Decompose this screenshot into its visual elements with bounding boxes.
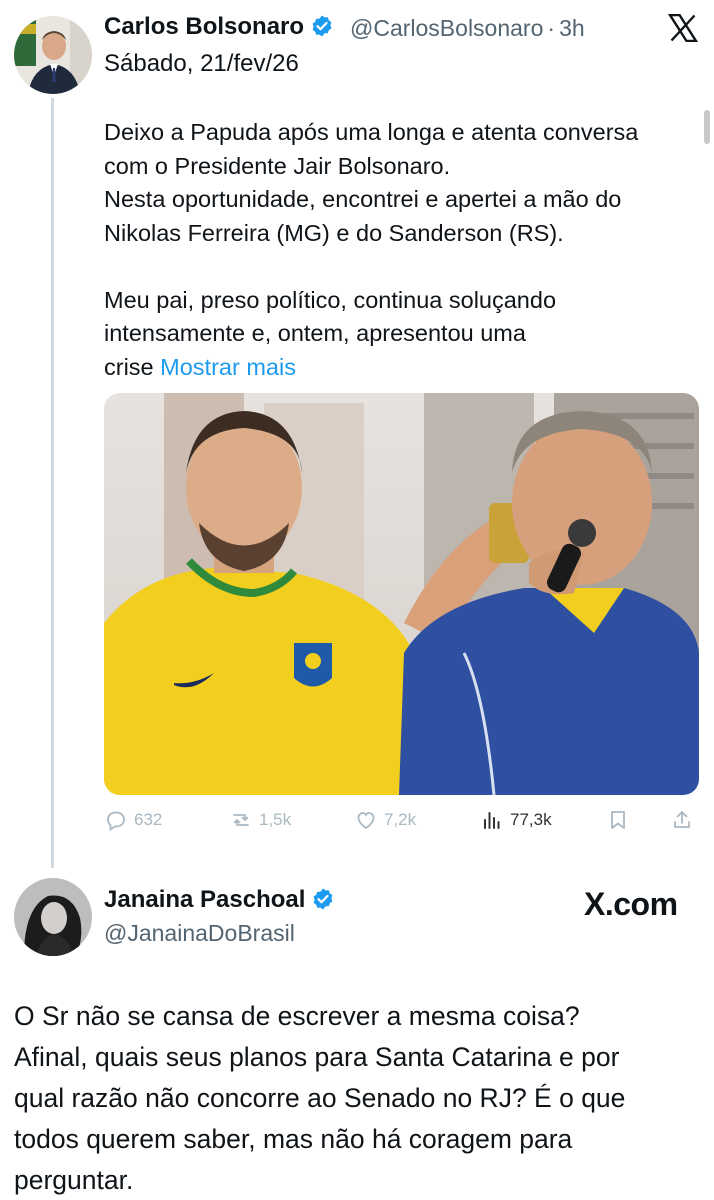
meta-separator: · <box>547 15 556 41</box>
like-button[interactable]: 7,2k <box>354 808 416 832</box>
post-action-bar: 632 1,5k 7,2k 77,3k <box>104 808 700 838</box>
reply-author-name-text[interactable]: Janaina Paschoal <box>104 886 305 913</box>
views-button[interactable]: 77,3k <box>480 808 552 832</box>
share-icon <box>674 811 690 828</box>
thread-line <box>51 98 54 868</box>
post-text-line: intensamente e, ontem, apresentou uma <box>104 320 526 346</box>
show-more-link[interactable]: Mostrar mais <box>160 354 296 380</box>
post-text: Deixo a Papuda após uma longa e atenta c… <box>104 116 700 384</box>
author-handle[interactable]: @CarlosBolsonaro · 3h <box>350 15 585 42</box>
avatar-carlos[interactable] <box>14 16 92 94</box>
reply-text-line: Afinal, quais seus planos para Santa Cat… <box>14 1042 620 1072</box>
post-text-line: Meu pai, preso político, continua soluça… <box>104 286 557 313</box>
post-text-line: Nikolas Ferreira (MG) e do Sanderson (RS… <box>104 219 564 246</box>
views-count: 77,3k <box>510 810 552 829</box>
repost-button[interactable]: 1,5k <box>229 808 291 832</box>
reply-icon <box>107 811 125 832</box>
views-icon <box>484 812 500 829</box>
like-count: 7,2k <box>384 810 417 829</box>
reply-button[interactable]: 632 <box>104 808 162 832</box>
reply-author-name[interactable]: Janaina Paschoal <box>104 886 335 914</box>
verified-badge-icon <box>314 888 333 910</box>
reply-text: O Sr não se cansa de escrever a mesma co… <box>14 996 704 1200</box>
post-text-last-line: crise Mostrar mais <box>104 351 700 385</box>
avatar-janaina[interactable] <box>14 878 92 956</box>
verified-badge-icon <box>312 15 332 37</box>
reply-text-line: O Sr não se cansa de escrever a mesma co… <box>14 1001 580 1031</box>
reply-count: 632 <box>134 810 163 829</box>
post-text-line: com o Presidente Jair Bolsonaro. <box>104 152 451 179</box>
x-logo-icon[interactable] <box>668 14 698 42</box>
author-handle-text[interactable]: @CarlosBolsonaro <box>350 15 543 41</box>
post-photo[interactable] <box>104 393 699 795</box>
xcom-watermark: X.com <box>584 886 678 922</box>
bookmark-button[interactable] <box>606 808 630 832</box>
scrollbar[interactable] <box>704 110 710 144</box>
author-name-text[interactable]: Carlos Bolsonaro <box>104 13 304 40</box>
reply-text-line: qual razão não concorre ao Senado no RJ?… <box>14 1083 626 1113</box>
author-name[interactable]: Carlos Bolsonaro <box>104 13 334 41</box>
post-text-line: Deixo a Papuda após uma longa e atenta c… <box>104 119 639 145</box>
repost-count: 1,5k <box>259 810 292 829</box>
reply-text-line: perguntar. <box>14 1165 134 1195</box>
reply-text-line: todos querem saber, mas não há coragem p… <box>14 1124 573 1154</box>
post-date: Sábado, 21/fev/26 <box>104 50 299 77</box>
post-text-line: Nesta oportunidade, encontrei e apertei … <box>104 186 622 212</box>
repost-icon <box>233 814 249 826</box>
reply-author-handle[interactable]: @JanainaDoBrasil <box>104 920 295 947</box>
like-icon <box>357 812 375 830</box>
post-time[interactable]: 3h <box>559 15 585 41</box>
share-button[interactable] <box>670 808 694 832</box>
bookmark-icon <box>611 811 625 829</box>
post-text-line: crise <box>104 353 154 380</box>
